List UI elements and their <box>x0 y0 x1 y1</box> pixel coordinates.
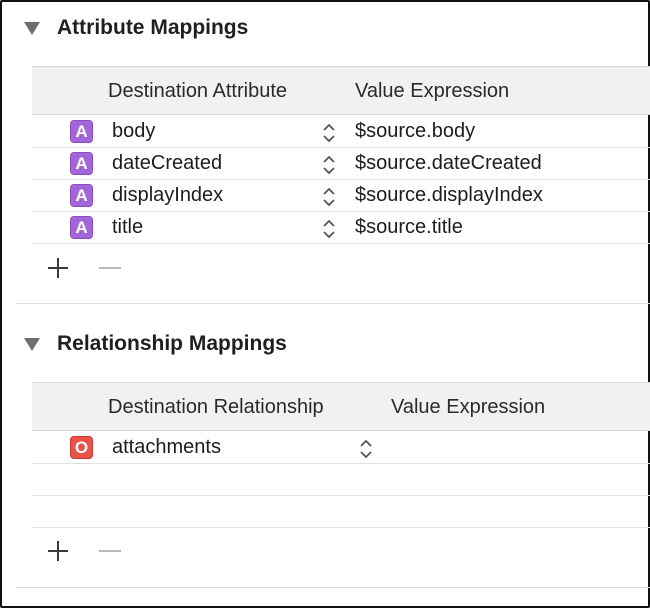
value-expression[interactable]: $source.displayIndex <box>355 184 543 207</box>
relationship-mappings-title: Relationship Mappings <box>57 332 287 355</box>
attribute-badge: A <box>70 120 93 143</box>
col-value-expression[interactable]: Value Expression <box>355 80 509 103</box>
table-row[interactable]: A dateCreated $source.dateCreated <box>32 148 650 180</box>
empty-row <box>32 496 650 528</box>
mapping-model-panel: Attribute Mappings Destination Attribute… <box>0 0 650 608</box>
section-divider <box>16 587 650 588</box>
plus-icon <box>48 258 68 278</box>
destination-name: body <box>112 120 156 142</box>
plus-icon <box>48 541 68 561</box>
relationship-badge: O <box>70 436 93 459</box>
attribute-badge: A <box>70 216 93 239</box>
attribute-table-header: Destination Attribute Value Expression <box>32 66 650 115</box>
up-down-chevron-icon[interactable] <box>322 155 336 175</box>
up-down-chevron-icon[interactable] <box>322 219 336 239</box>
up-down-chevron-icon[interactable] <box>322 123 336 143</box>
table-row[interactable]: A title $source.title <box>32 212 650 244</box>
relationship-table-header: Destination Relationship Value Expressio… <box>32 382 650 431</box>
table-row[interactable]: A body $source.body <box>32 116 650 148</box>
col-value-expression[interactable]: Value Expression <box>391 396 545 419</box>
table-row[interactable]: O attachments <box>32 432 650 464</box>
destination-name: attachments <box>112 436 221 458</box>
value-expression[interactable]: $source.dateCreated <box>355 152 542 175</box>
empty-row <box>32 464 650 496</box>
relationship-mappings-header[interactable]: Relationship Mappings <box>24 330 287 358</box>
table-row[interactable]: A displayIndex $source.displayIndex <box>32 180 650 212</box>
attribute-mappings-title: Attribute Mappings <box>57 16 249 39</box>
remove-attribute-button[interactable] <box>98 256 122 280</box>
disclosure-triangle-icon[interactable] <box>24 337 40 351</box>
attribute-badge: A <box>70 184 93 207</box>
value-expression[interactable]: $source.body <box>355 120 475 143</box>
value-expression[interactable]: $source.title <box>355 216 463 239</box>
destination-name: displayIndex <box>112 184 224 206</box>
up-down-chevron-icon[interactable] <box>359 439 373 459</box>
section-divider <box>16 303 650 304</box>
add-attribute-button[interactable] <box>46 256 70 280</box>
minus-icon <box>99 550 121 552</box>
col-destination-attribute[interactable]: Destination Attribute <box>108 80 287 103</box>
attribute-badge: A <box>70 152 93 175</box>
minus-icon <box>99 267 121 269</box>
attribute-mappings-header[interactable]: Attribute Mappings <box>24 14 248 42</box>
destination-name: title <box>112 216 144 238</box>
disclosure-triangle-icon[interactable] <box>24 21 40 35</box>
remove-relationship-button[interactable] <box>98 539 122 563</box>
col-destination-relationship[interactable]: Destination Relationship <box>108 396 324 419</box>
up-down-chevron-icon[interactable] <box>322 187 336 207</box>
destination-name: dateCreated <box>112 152 223 174</box>
add-relationship-button[interactable] <box>46 539 70 563</box>
